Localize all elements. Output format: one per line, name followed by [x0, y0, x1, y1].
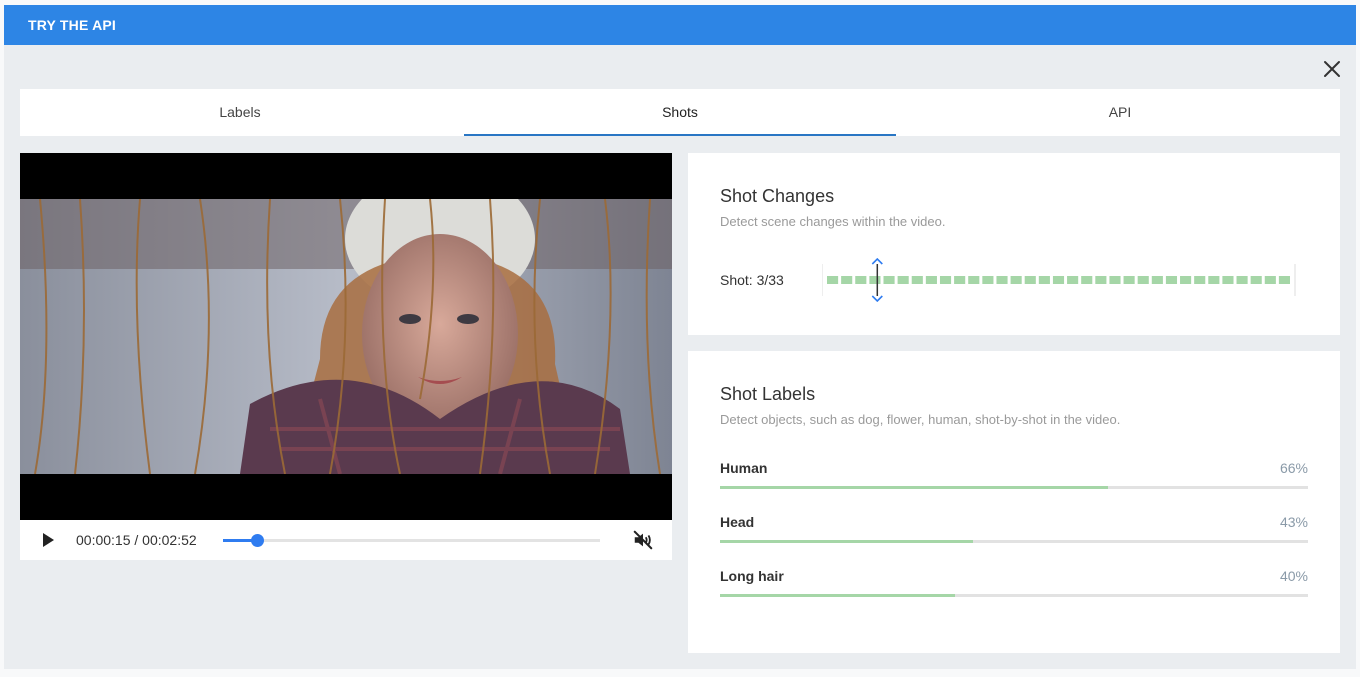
label-name: Long hair [720, 568, 784, 584]
shot-segment [1038, 276, 1050, 284]
label-percent: 40% [1279, 568, 1308, 584]
close-icon[interactable] [1321, 58, 1343, 80]
shot-segment [1109, 276, 1121, 284]
shot-segment [1081, 276, 1093, 284]
shot-segment [1151, 276, 1163, 284]
shot-segment [1123, 276, 1135, 284]
label-row-long-hair: Long hair 40% [720, 568, 1308, 608]
shot-segment [1137, 276, 1149, 284]
tab-api[interactable]: API [900, 89, 1340, 136]
tab-bar: Labels Shots API [20, 89, 1340, 136]
tab-shots[interactable]: Shots [460, 89, 900, 136]
label-percent: 43% [1279, 514, 1308, 530]
confidence-fill [720, 594, 956, 597]
shot-segment [911, 276, 923, 284]
shot-changes-subtitle: Detect scene changes within the video. [720, 214, 946, 229]
confidence-track [720, 540, 1308, 543]
shot-labels-title: Shot Labels [720, 384, 816, 404]
shot-segment [1010, 276, 1022, 284]
chevron-up-icon [871, 258, 883, 265]
video-frame [20, 199, 672, 474]
shot-segment [827, 276, 839, 284]
shot-segment [982, 276, 994, 284]
play-icon[interactable] [40, 532, 56, 548]
shot-segment [869, 276, 881, 284]
shot-segment [1067, 276, 1079, 284]
label-row-head: Head 43% [720, 514, 1308, 554]
shot-segment [1222, 276, 1234, 284]
shot-segment [996, 276, 1008, 284]
tab-labels[interactable]: Labels [20, 89, 460, 136]
time-display: 00:00:15 / 00:02:52 [76, 532, 197, 548]
shot-segment [1052, 276, 1065, 284]
shot-changes-title: Shot Changes [720, 186, 835, 206]
chevron-down-icon [871, 295, 883, 302]
shot-changes-card: Shot Changes Detect scene changes within… [688, 153, 1340, 335]
label-row-human: Human 66% [720, 460, 1308, 500]
shot-segment [1208, 276, 1220, 284]
confidence-fill [720, 540, 973, 543]
shot-segment [925, 276, 937, 284]
confidence-fill [720, 486, 1109, 489]
label-name: Human [720, 460, 768, 476]
shot-segment [883, 276, 895, 284]
shot-segment [841, 276, 853, 284]
label-name: Head [720, 514, 755, 530]
shot-segment [1236, 276, 1248, 284]
muted-volume-icon[interactable] [632, 529, 654, 551]
seek-handle[interactable] [250, 534, 264, 547]
panel-header: TRY THE API [4, 5, 1356, 45]
shot-labels-subtitle: Detect objects, such as dog, flower, hum… [720, 412, 1121, 427]
api-panel: TRY THE API Labels Shots API 00:00:15 / … [4, 5, 1356, 669]
shot-segment [1194, 276, 1206, 284]
shot-segment [1278, 276, 1290, 284]
shot-segment [1250, 276, 1262, 284]
shot-segment [1024, 276, 1036, 284]
confidence-track [720, 594, 1308, 597]
shot-labels-card: Shot Labels Detect objects, such as dog,… [688, 351, 1340, 653]
shot-segment [1165, 276, 1178, 284]
shot-segment [939, 276, 952, 284]
shot-segment [1264, 276, 1276, 284]
label-percent: 66% [1279, 460, 1308, 476]
shot-segment [954, 276, 966, 284]
shot-segment [855, 276, 867, 284]
shot-segment [1180, 276, 1192, 284]
shot-timeline[interactable] [822, 258, 1296, 302]
video-player[interactable] [20, 153, 672, 520]
video-controls: 00:00:15 / 00:02:52 [20, 520, 672, 560]
shot-segment [968, 276, 980, 284]
shot-segment [1095, 276, 1107, 284]
shot-segment [897, 276, 909, 284]
confidence-track [720, 486, 1308, 489]
shot-counter: Shot: 3/33 [720, 272, 784, 288]
seek-bar[interactable] [223, 534, 600, 547]
